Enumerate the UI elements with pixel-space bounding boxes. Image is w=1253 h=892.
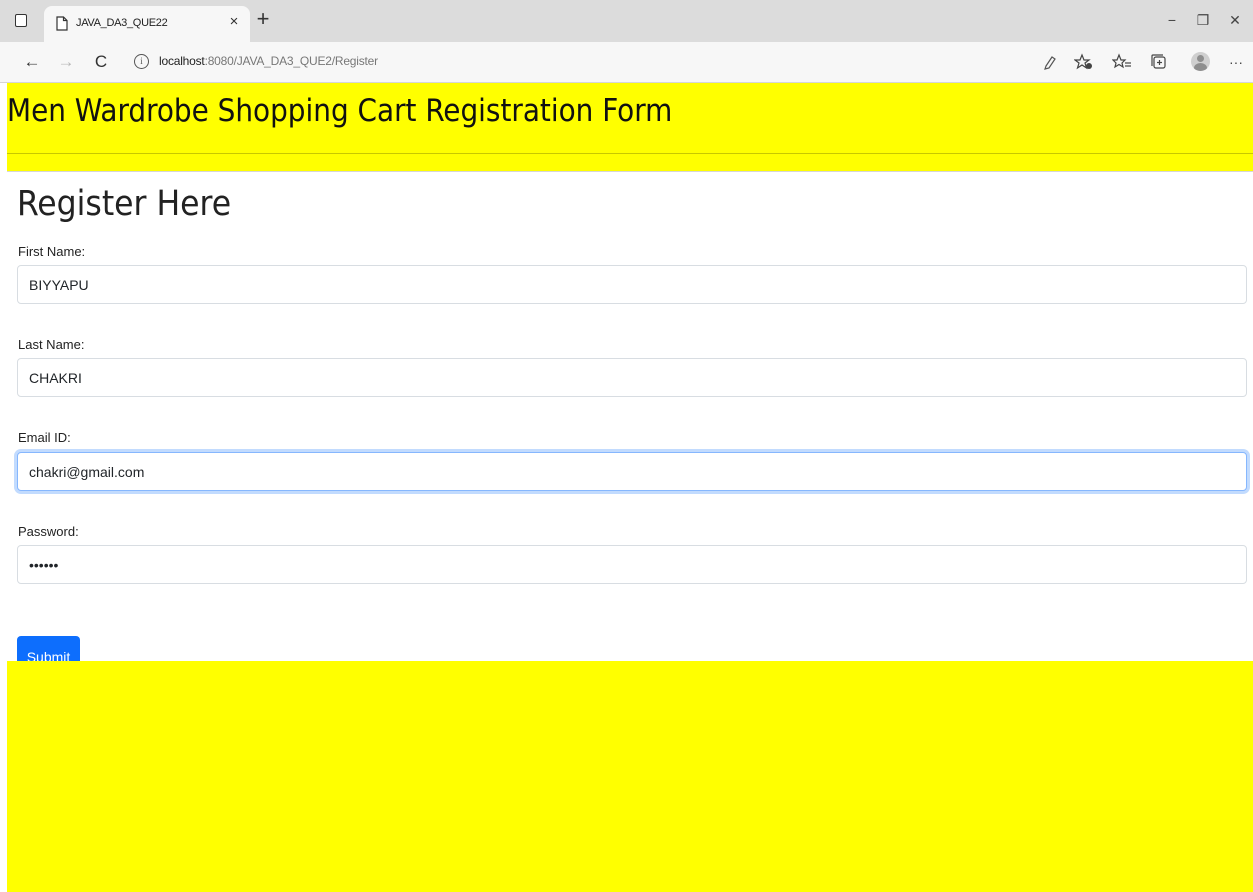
- registration-form: Register Here First Name: Last Name: Ema…: [7, 172, 1253, 678]
- tab-title: JAVA_DA3_QUE22: [76, 17, 168, 29]
- first-name-label: First Name:: [18, 244, 86, 259]
- refresh-button[interactable]: C: [88, 50, 114, 74]
- site-info-icon[interactable]: i: [134, 54, 149, 69]
- minimize-button[interactable]: −: [1157, 8, 1187, 32]
- url-text: localhost:8080/JAVA_DA3_QUE2/Register: [159, 54, 378, 68]
- back-button[interactable]: ←: [19, 50, 45, 74]
- page-title: Men Wardrobe Shopping Cart Registration …: [7, 93, 673, 129]
- password-label: Password:: [18, 524, 79, 539]
- last-name-field[interactable]: [17, 358, 1247, 397]
- header-band: [7, 154, 1253, 172]
- last-name-label: Last Name:: [18, 337, 85, 352]
- email-field[interactable]: [17, 452, 1247, 491]
- url-host: localhost: [159, 54, 205, 68]
- form-heading: Register Here: [17, 184, 232, 224]
- page-header: Men Wardrobe Shopping Cart Registration …: [7, 83, 1253, 154]
- tab-actions-icon[interactable]: [10, 9, 32, 31]
- browser-tab-bar: JAVA_DA3_QUE22 × + − ❐ ✕: [0, 0, 1253, 42]
- profile-icon[interactable]: [1191, 52, 1210, 71]
- tab-close-icon[interactable]: ×: [224, 12, 244, 32]
- close-window-button[interactable]: ✕: [1220, 8, 1250, 32]
- collections-icon[interactable]: [1149, 52, 1169, 72]
- more-icon[interactable]: ···: [1226, 52, 1246, 72]
- forward-button[interactable]: →: [53, 50, 79, 74]
- new-tab-button[interactable]: +: [252, 8, 274, 31]
- url-path: :8080/JAVA_DA3_QUE2/Register: [204, 54, 379, 68]
- favorites-icon[interactable]: [1112, 52, 1132, 72]
- favorite-add-icon[interactable]: [1074, 52, 1094, 72]
- browser-tab[interactable]: JAVA_DA3_QUE22 ×: [44, 6, 250, 42]
- first-name-field[interactable]: [17, 265, 1247, 304]
- page-footer-area: [7, 661, 1253, 892]
- browser-address-bar: ← → C i localhost:8080/JAVA_DA3_QUE2/Reg…: [0, 42, 1253, 83]
- password-field[interactable]: [17, 545, 1247, 584]
- read-aloud-icon[interactable]: [1040, 52, 1060, 72]
- email-label: Email ID:: [18, 430, 71, 445]
- page-icon: [56, 16, 68, 31]
- url-field[interactable]: i localhost:8080/JAVA_DA3_QUE2/Register: [124, 49, 1034, 75]
- restore-button[interactable]: ❐: [1188, 8, 1218, 32]
- page-viewport: Men Wardrobe Shopping Cart Registration …: [0, 83, 1253, 892]
